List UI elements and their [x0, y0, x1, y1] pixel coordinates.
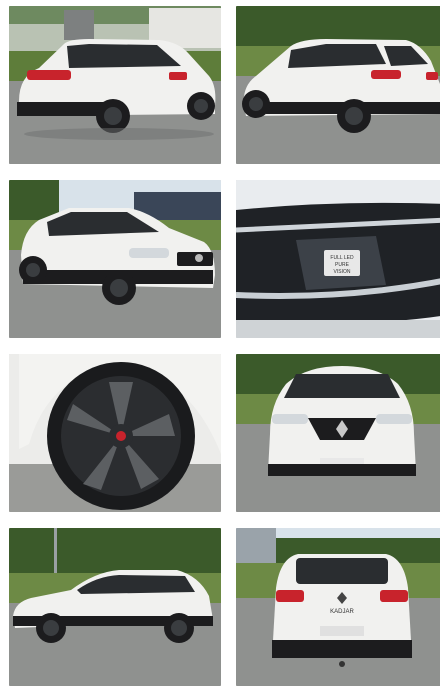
gallery-photo-6[interactable] [236, 354, 440, 512]
car-photo [9, 6, 221, 164]
svg-text:VISION: VISION [334, 269, 351, 275]
gallery-photo-7[interactable] [9, 528, 221, 686]
wheel-photo [9, 354, 221, 512]
gallery-photo-5[interactable] [9, 354, 221, 512]
car-photo: KADJAR [236, 528, 440, 686]
car-photo [236, 6, 440, 164]
gallery-photo-4[interactable]: FULL LED PURE VISION [236, 180, 440, 338]
car-photo [9, 180, 221, 338]
gallery-photo-8[interactable]: KADJAR [236, 528, 440, 686]
gallery-photo-2[interactable] [236, 6, 440, 164]
svg-text:PURE: PURE [335, 262, 350, 268]
car-photo [9, 528, 221, 686]
gallery-photo-1[interactable] [9, 6, 221, 164]
kadjar-badge: KADJAR [330, 609, 354, 615]
svg-text:FULL LED: FULL LED [330, 255, 354, 261]
car-photo [236, 354, 440, 512]
headlight-photo: FULL LED PURE VISION [236, 180, 440, 338]
gallery-photo-3[interactable] [9, 180, 221, 338]
